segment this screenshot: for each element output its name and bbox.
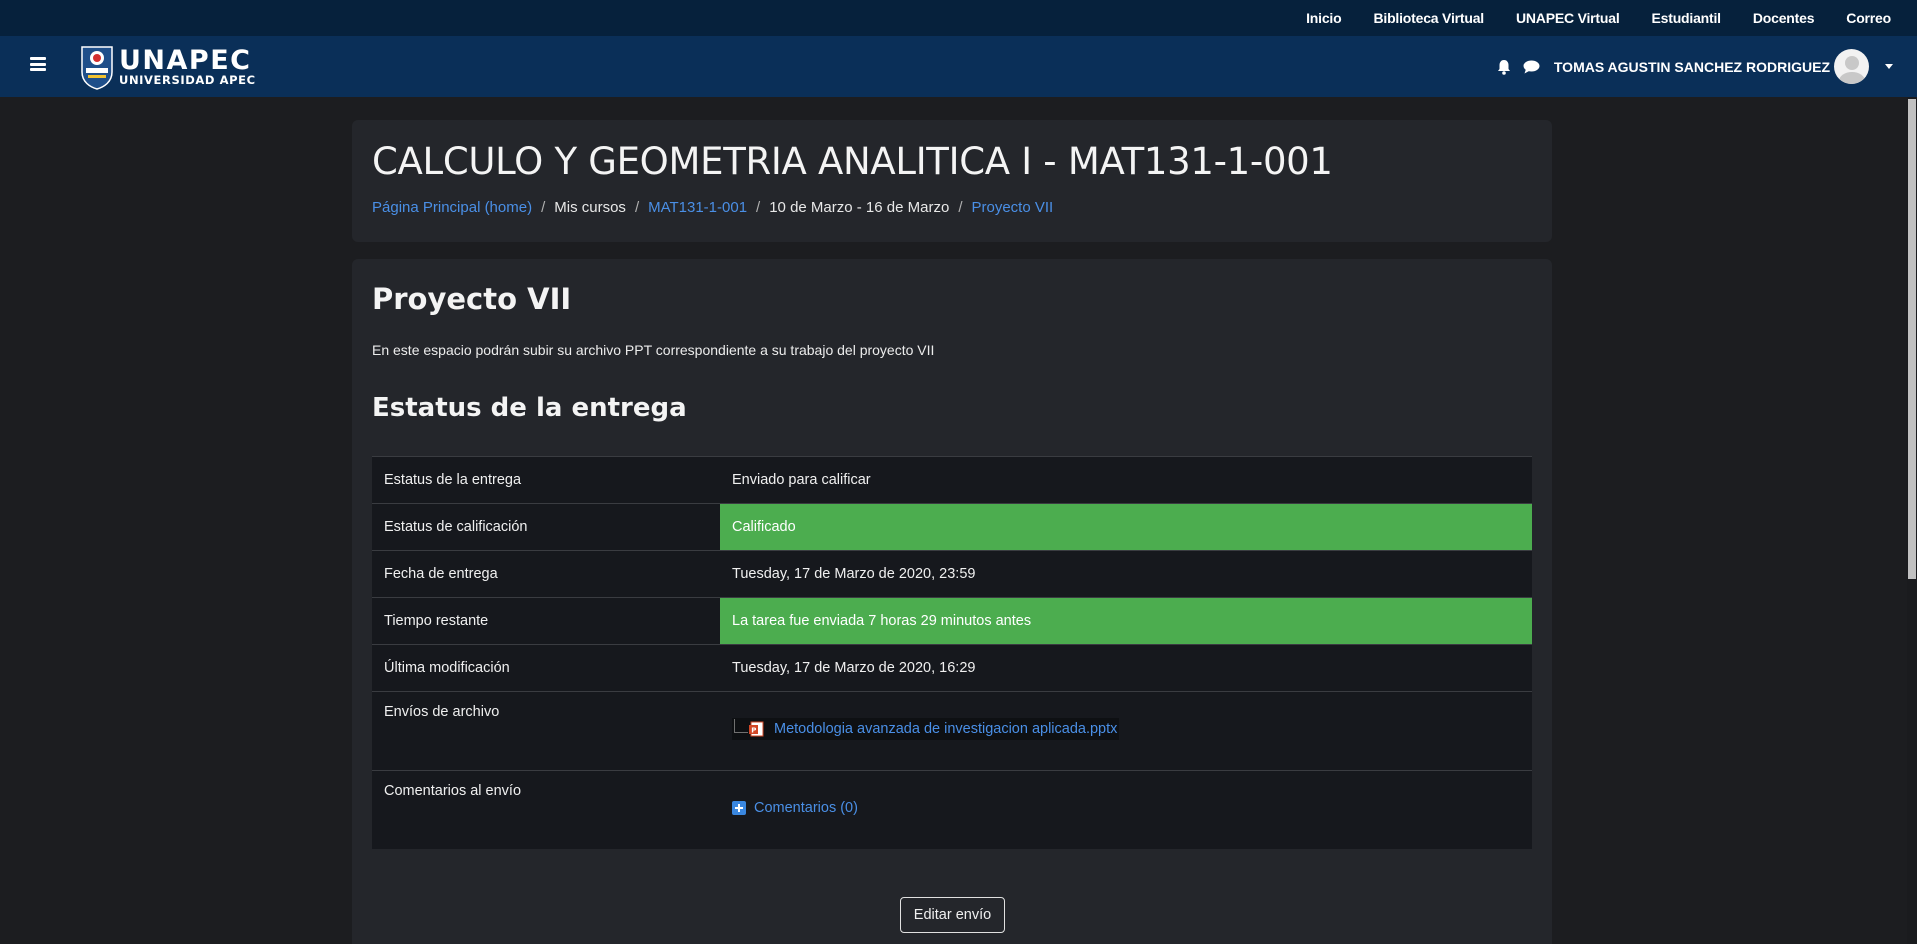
time-remaining-value: La tarea fue enviada 7 horas 29 minutos …: [720, 598, 1532, 644]
page-title: CALCULO Y GEOMETRIA ANALITICA I - MAT131…: [372, 140, 1333, 183]
breadcrumb-separator: /: [958, 199, 963, 216]
assignment-description: En este espacio podrán subir su archivo …: [372, 342, 935, 358]
table-row: Última modificación Tuesday, 17 de Marzo…: [372, 644, 1532, 691]
top-link-docentes[interactable]: Docentes: [1753, 10, 1815, 26]
breadcrumb-separator: /: [634, 199, 640, 216]
row-label: Estatus de calificación: [384, 519, 528, 535]
comments-toggle[interactable]: Comentarios (0): [732, 800, 858, 816]
row-label: Comentarios al envío: [384, 783, 522, 799]
page-header-card: CALCULO Y GEOMETRIA ANALITICA I - MAT131…: [352, 120, 1552, 242]
user-name[interactable]: TOMAS AGUSTIN SANCHEZ RODRIGUEZ: [1554, 59, 1830, 75]
user-avatar[interactable]: [1834, 49, 1869, 84]
table-row: Estatus de calificación Calificado: [372, 503, 1532, 550]
row-label: Fecha de entrega: [384, 566, 498, 582]
messages-chat-icon[interactable]: [1523, 60, 1540, 74]
top-link-inicio[interactable]: Inicio: [1306, 10, 1342, 26]
scrollbar-thumb[interactable]: [1908, 99, 1916, 579]
comments-link[interactable]: Comentarios (0): [754, 800, 858, 816]
table-row: Estatus de la entrega Enviado para calif…: [372, 456, 1532, 503]
submission-comments-value: Comentarios (0): [720, 771, 1532, 816]
file-submissions-value: P Metodologia avanzada de investigacion …: [720, 692, 1532, 740]
user-menu-chevron-down-icon[interactable]: [1885, 64, 1893, 69]
logo[interactable]: UNAPEC UNIVERSIDAD APEC: [80, 44, 256, 90]
breadcrumb-home[interactable]: Página Principal (home): [372, 199, 532, 216]
logo-main-text: UNAPEC: [119, 44, 252, 76]
row-label: Envíos de archivo: [384, 704, 500, 720]
assignment-title: Proyecto VII: [372, 282, 572, 316]
table-row: Envíos de archivo P Metodologia avanzada…: [372, 691, 1532, 770]
submitted-file-link[interactable]: Metodologia avanzada de investigacion ap…: [774, 721, 1117, 737]
row-label: Tiempo restante: [384, 613, 489, 629]
row-value: Enviado para calificar: [732, 472, 871, 488]
submission-status-table: Estatus de la entrega Enviado para calif…: [372, 456, 1532, 849]
top-link-unapec-virtual[interactable]: UNAPEC Virtual: [1516, 10, 1620, 26]
edit-submission-button[interactable]: Editar envío: [900, 897, 1005, 933]
plus-square-icon: [732, 801, 746, 815]
top-link-biblioteca[interactable]: Biblioteca Virtual: [1373, 10, 1484, 26]
breadcrumb-assignment[interactable]: Proyecto VII: [971, 199, 1053, 216]
row-value: Tuesday, 17 de Marzo de 2020, 16:29: [732, 660, 976, 676]
breadcrumb-my-courses: Mis cursos: [554, 199, 626, 216]
svg-text:P: P: [751, 726, 756, 734]
breadcrumb-course[interactable]: MAT131-1-001: [648, 199, 747, 216]
table-row: Comentarios al envío Comentarios (0): [372, 770, 1532, 849]
row-value: Tuesday, 17 de Marzo de 2020, 23:59: [732, 566, 976, 582]
table-row: Fecha de entrega Tuesday, 17 de Marzo de…: [372, 550, 1532, 597]
page-scrollbar[interactable]: [1907, 97, 1917, 944]
grading-status-value: Calificado: [720, 504, 1532, 550]
user-area: TOMAS AGUSTIN SANCHEZ RODRIGUEZ: [1497, 36, 1893, 97]
breadcrumb-separator: /: [541, 199, 546, 216]
row-label: Estatus de la entrega: [384, 472, 522, 488]
file-entry: P Metodologia avanzada de investigacion …: [732, 718, 1120, 740]
breadcrumb: Página Principal (home) / Mis cursos / M…: [372, 199, 1053, 216]
row-label: Última modificación: [384, 660, 510, 676]
submission-status-heading: Estatus de la entrega: [372, 393, 687, 423]
top-links-bar: Inicio Biblioteca Virtual UNAPEC Virtual…: [0, 0, 1917, 36]
top-link-correo[interactable]: Correo: [1846, 10, 1891, 26]
breadcrumb-separator: /: [756, 199, 761, 216]
powerpoint-file-icon: P: [748, 721, 764, 737]
logo-sub-text: UNIVERSIDAD APEC: [119, 72, 256, 87]
notifications-bell-icon[interactable]: [1497, 59, 1511, 75]
breadcrumb-week: 10 de Marzo - 16 de Marzo: [769, 199, 950, 216]
menu-icon[interactable]: [30, 57, 46, 71]
assignment-card: Proyecto VII En este espacio podrán subi…: [352, 259, 1552, 944]
top-link-estudiantil[interactable]: Estudiantil: [1652, 10, 1722, 26]
main-navbar: UNAPEC UNIVERSIDAD APEC TOMAS AGUSTIN SA…: [0, 36, 1917, 97]
university-crest-icon: [81, 46, 113, 90]
tree-connector: [734, 719, 748, 733]
table-row: Tiempo restante La tarea fue enviada 7 h…: [372, 597, 1532, 644]
